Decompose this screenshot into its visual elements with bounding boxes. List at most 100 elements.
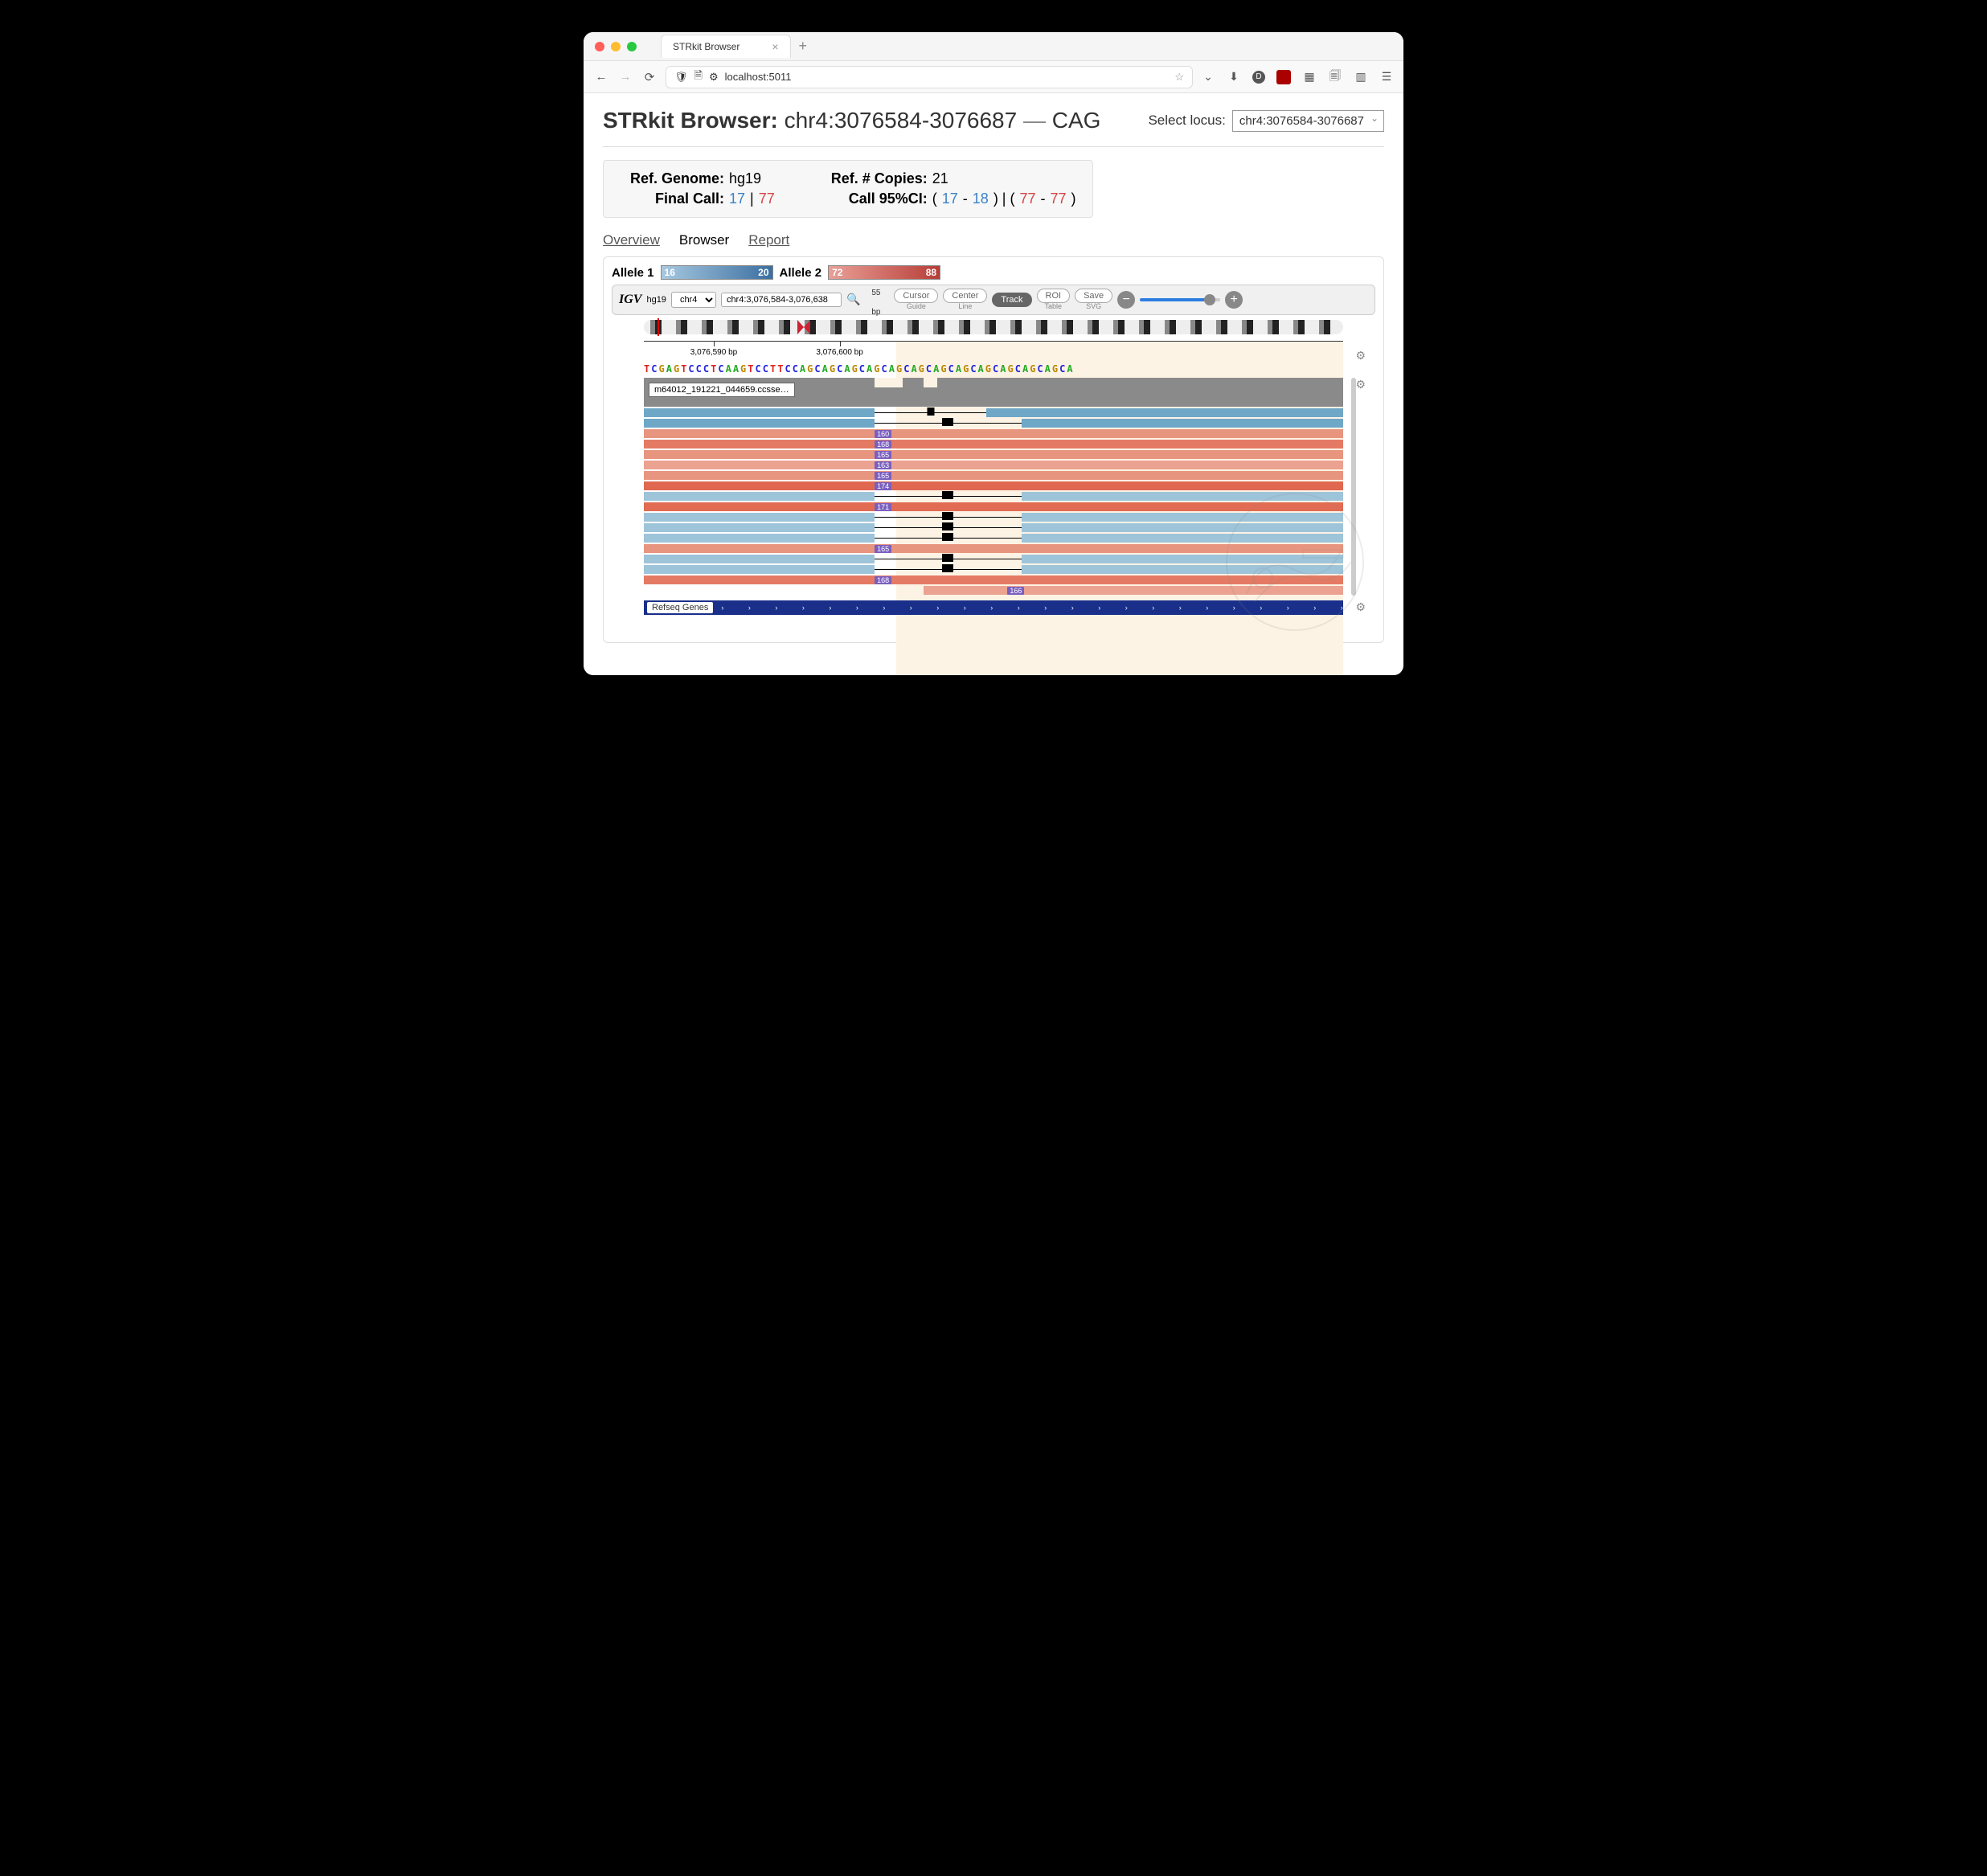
tab-overview[interactable]: Overview xyxy=(603,232,660,248)
read-row[interactable]: 163 xyxy=(644,461,1343,470)
insertion-badge: 165 xyxy=(875,545,891,553)
final-call-b: 77 xyxy=(759,190,775,207)
coverage-header: m64012_191221_044659.ccsse… xyxy=(644,378,1343,407)
close-tab-icon[interactable]: × xyxy=(772,40,778,53)
allele1-gradient: 16 20 xyxy=(661,265,773,280)
motif-text: CAG xyxy=(1052,108,1101,133)
pocket-icon[interactable]: ⌄ xyxy=(1201,70,1215,84)
toolbar-extensions: ⌄ ⬇ D ▦ 🗐 ▥ ☰ xyxy=(1201,70,1394,84)
download-icon[interactable]: ⬇ xyxy=(1227,70,1241,84)
track-button[interactable]: Track xyxy=(992,293,1031,307)
app-title: STRkit Browser: xyxy=(603,108,778,133)
ruler-tick-1: 3,076,590 bp xyxy=(690,348,737,357)
genomic-ruler: 3,076,590 bp 3,076,600 bp xyxy=(644,341,1343,363)
read-row[interactable]: 165 xyxy=(644,471,1343,481)
chromosome-select[interactable]: chr4 xyxy=(671,292,716,308)
ref-copies-value: 21 xyxy=(932,170,948,187)
sidebar-icon[interactable]: ▥ xyxy=(1354,70,1368,84)
app-window: STRkit Browser × + ← → ⟳ 🛡 🗎 ⚙ localhost… xyxy=(584,32,1403,675)
ideogram-position-marker xyxy=(658,318,659,336)
locus-selector: Select locus: chr4:3076584-3076687 xyxy=(1148,110,1384,132)
ref-copies-label: Ref. # Copies: xyxy=(823,170,928,187)
igv-genome-label: hg19 xyxy=(646,295,666,305)
url-toolbar: ← → ⟳ 🛡 🗎 ⚙ localhost:5011 ☆ ⌄ ⬇ D ▦ 🗐 ▥… xyxy=(584,61,1403,93)
chromosome-ideogram[interactable] xyxy=(644,320,1343,334)
allele-legend: Allele 1 16 20 Allele 2 72 88 xyxy=(612,265,1375,280)
extension-icon[interactable]: ▦ xyxy=(1302,70,1317,84)
insertion-badge: 168 xyxy=(875,440,891,449)
read-row[interactable]: 165 xyxy=(644,450,1343,460)
alignment-track-gear-icon[interactable]: ⚙ xyxy=(1355,378,1366,391)
insertion-badge: 165 xyxy=(875,451,891,459)
reference-sequence: TCGAGTCCCTCAAGTCCTTCCAGCAGCAGCAGCAGCAGCA… xyxy=(644,363,1343,375)
titlebar: STRkit Browser × + xyxy=(584,32,1403,61)
read-row[interactable]: 168 xyxy=(644,440,1343,449)
bookmark-star-icon[interactable]: ☆ xyxy=(1174,71,1184,84)
locus-select-dropdown[interactable]: chr4:3076584-3076687 xyxy=(1232,110,1384,132)
view-tabs: Overview Browser Report xyxy=(603,232,1384,248)
minimize-window-button[interactable] xyxy=(611,42,621,51)
url-text: localhost:5011 xyxy=(725,71,792,83)
forward-button[interactable]: → xyxy=(617,69,633,85)
page-header: STRkit Browser: chr4:3076584-3076687 — C… xyxy=(603,108,1384,133)
igv-toolbar: IGV hg19 chr4 🔍 55 bp CursorGuide Center… xyxy=(612,285,1375,315)
header-divider xyxy=(603,146,1384,147)
zoom-in-button[interactable]: + xyxy=(1225,291,1243,309)
new-tab-button[interactable]: + xyxy=(799,38,808,55)
ruler-tick-2: 3,076,600 bp xyxy=(816,348,862,357)
tab-title: STRkit Browser xyxy=(673,41,739,52)
menu-icon[interactable]: ☰ xyxy=(1379,70,1394,84)
cursor-guide-button[interactable]: Cursor xyxy=(894,289,938,303)
save-svg-button[interactable]: Save xyxy=(1075,289,1112,303)
info-panel: Ref. Genome: hg19 Final Call: 17 | 77 Re… xyxy=(603,160,1093,218)
allele2-gradient: 72 88 xyxy=(828,265,940,280)
zoom-slider[interactable] xyxy=(1140,298,1220,301)
tab-report[interactable]: Report xyxy=(748,232,789,248)
allele2-label: Allele 2 xyxy=(780,266,822,280)
read-row[interactable]: 160 xyxy=(644,429,1343,439)
bp-count: 55 xyxy=(871,289,880,297)
page-content: STRkit Browser: chr4:3076584-3076687 — C… xyxy=(584,93,1403,675)
close-window-button[interactable] xyxy=(595,42,604,51)
read-row[interactable]: 12 xyxy=(644,419,1343,428)
roi-table-button[interactable]: ROI xyxy=(1037,289,1071,303)
extension-d-icon[interactable]: D xyxy=(1252,71,1265,84)
maximize-window-button[interactable] xyxy=(627,42,637,51)
final-call-a: 17 xyxy=(729,190,745,207)
igv-logo: IGV xyxy=(619,293,641,307)
sequence-track-gear-icon[interactable]: ⚙ xyxy=(1355,349,1366,363)
ublock-icon[interactable] xyxy=(1276,70,1291,84)
reload-button[interactable]: ⟳ xyxy=(641,69,658,85)
allele1-label: Allele 1 xyxy=(612,266,654,280)
center-line-button[interactable]: Center xyxy=(943,289,987,303)
location-input[interactable] xyxy=(721,293,842,307)
zoom-out-button[interactable]: − xyxy=(1117,291,1135,309)
final-call-label: Final Call: xyxy=(620,190,724,207)
browser-panel: Allele 1 16 20 Allele 2 72 88 IGV hg19 c… xyxy=(603,256,1384,643)
ref-genome-value: hg19 xyxy=(729,170,761,187)
reader-icon[interactable]: 🗐 xyxy=(1328,70,1342,84)
locus-text: chr4:3076584-3076687 xyxy=(785,108,1018,133)
insertion-badge: 174 xyxy=(875,482,891,490)
insertion-badge: 163 xyxy=(875,461,891,469)
ci-b-lo: 77 xyxy=(1019,190,1035,207)
ci-label: Call 95%CI: xyxy=(823,190,928,207)
browser-tab[interactable]: STRkit Browser × xyxy=(661,35,791,58)
page-info-icon: 🗎 xyxy=(694,68,703,86)
ci-b-hi: 77 xyxy=(1051,190,1067,207)
tab-browser[interactable]: Browser xyxy=(679,232,729,248)
insertion-badge: 165 xyxy=(875,472,891,480)
read-row[interactable]: 9 xyxy=(644,408,1343,418)
bam-file-label: m64012_191221_044659.ccsse… xyxy=(649,383,795,397)
back-button[interactable]: ← xyxy=(593,69,609,85)
permissions-icon: ⚙ xyxy=(709,71,719,84)
bp-unit: bp xyxy=(871,308,880,317)
insertion-badge: 160 xyxy=(875,430,891,438)
address-bar[interactable]: 🛡 🗎 ⚙ localhost:5011 ☆ xyxy=(666,66,1193,88)
ci-a-hi: 18 xyxy=(973,190,989,207)
ref-genome-label: Ref. Genome: xyxy=(620,170,724,187)
window-controls xyxy=(595,42,637,51)
shield-icon: 🛡 xyxy=(674,71,688,84)
search-icon[interactable]: 🔍 xyxy=(846,293,860,306)
title-separator: — xyxy=(1023,108,1052,133)
